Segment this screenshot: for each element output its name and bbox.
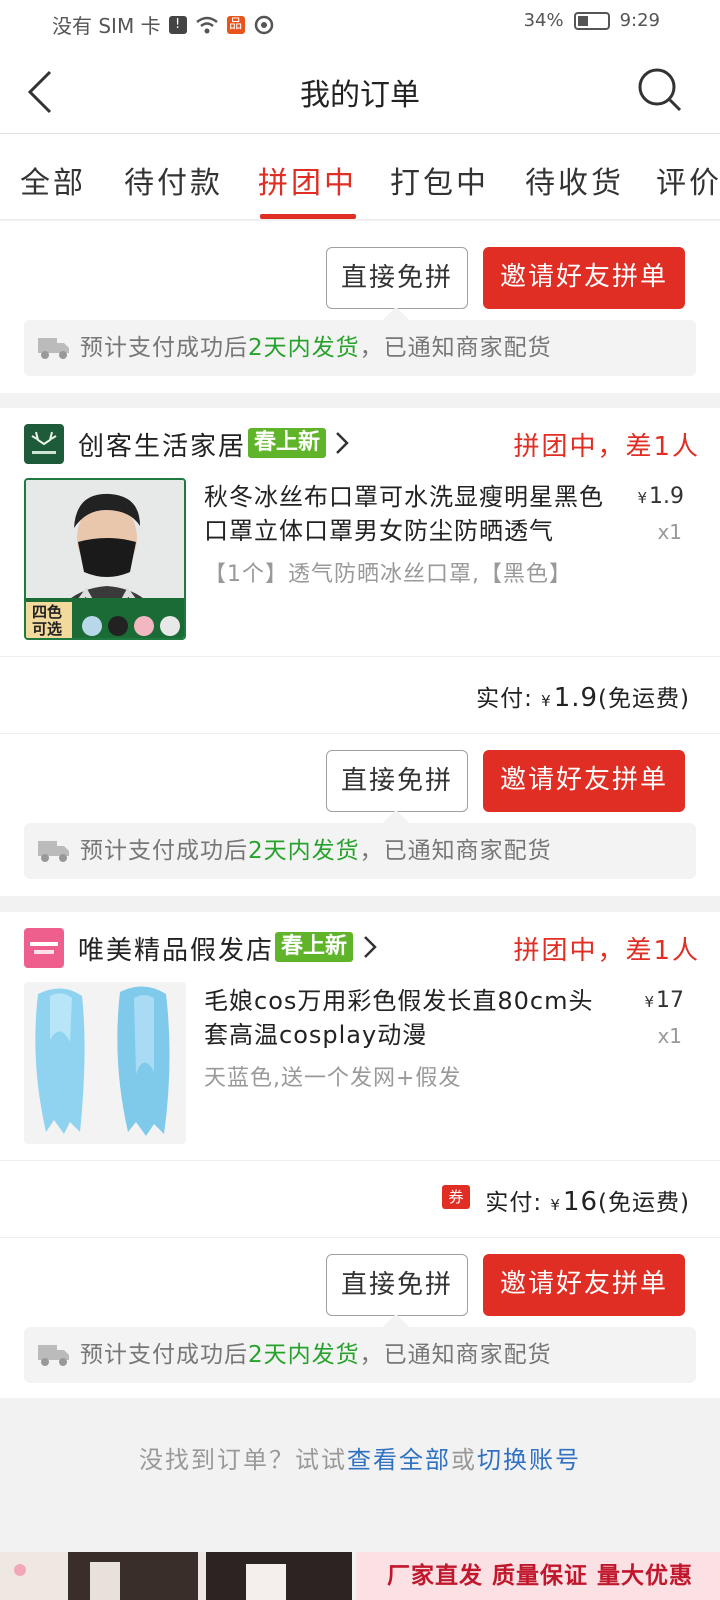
notice-prefix: 预计支付成功后 (80, 1342, 248, 1368)
truck-icon (38, 841, 69, 862)
chevron-right-icon (336, 432, 349, 454)
product-price-value: 1.9 (649, 484, 684, 509)
order-not-found-hint: 没找到订单？试试查看全部或切换账号 (0, 1440, 720, 1475)
notice-prefix: 预计支付成功后 (80, 838, 248, 864)
tab-group-buying[interactable]: 拼团中 (258, 158, 357, 202)
product-spec: 【1个】透气防晒冰丝口罩,【黑色】 (204, 562, 572, 587)
tab-packing[interactable]: 打包中 (390, 158, 489, 202)
product-spec: 天蓝色,送一个发网+假发 (204, 1066, 462, 1091)
order-card[interactable]: 创客生活家居 春上新 拼团中，差1人 四色可选 秋冬冰丝布口罩可水洗显瘦明星黑色… (0, 408, 720, 896)
invite-friend-button[interactable]: 邀请好友拼单 (483, 750, 685, 812)
recommendation-image[interactable] (0, 1552, 352, 1600)
notice-suffix: ，已通知商家配货 (359, 1342, 552, 1368)
direct-free-button[interactable]: 直接免拼 (326, 247, 468, 309)
carrier-text: 没有 SIM 卡 (52, 14, 161, 38)
app-header: 我的订单 (0, 48, 720, 134)
shop-header[interactable]: 唯美精品假发店 春上新 拼团中，差1人 (0, 912, 720, 982)
shipping-note: (免运费) (598, 686, 690, 712)
notice-highlight: 2天内发货 (248, 838, 360, 864)
shop-header[interactable]: 创客生活家居 春上新 拼团中，差1人 (0, 408, 720, 478)
battery-icon (573, 11, 610, 30)
group-status: 拼团中，差1人 (513, 936, 700, 966)
shop-logo (24, 424, 64, 464)
notice-prefix: 预计支付成功后 (80, 335, 248, 361)
product-title[interactable]: 秋冬冰丝布口罩可水洗显瘦明星黑色口罩立体口罩男女防尘防晒透气 (204, 480, 618, 548)
truck-icon (38, 338, 69, 359)
sim-alert-icon: ! (168, 15, 187, 34)
product-thumbnail[interactable] (24, 982, 186, 1144)
truck-icon (38, 1345, 69, 1366)
thumbnail-tag: 四色可选 (31, 603, 62, 638)
paid-label: 实付: (476, 686, 533, 712)
tab-to-receive[interactable]: 待收货 (525, 158, 624, 202)
page-title: 我的订单 (300, 78, 420, 113)
product-quantity: x1 (657, 1024, 682, 1048)
direct-free-button[interactable]: 直接免拼 (326, 1254, 468, 1316)
battery-percent: 34% (523, 10, 564, 31)
location-icon (254, 15, 273, 34)
paid-value: 16 (562, 1187, 599, 1217)
wifi-icon (195, 16, 218, 33)
hint-prefix: 没找到订单？试试 (139, 1446, 347, 1474)
notice-highlight: 2天内发货 (248, 335, 360, 361)
product-price: ¥1.9 (637, 484, 684, 509)
tab-review[interactable]: 评价 (656, 158, 720, 202)
shipping-note: (免运费) (598, 1190, 690, 1216)
recommendation-strip: 厂家直发 质量保证 量大优惠 (0, 1552, 720, 1600)
search-icon[interactable] (636, 66, 684, 114)
order-card-previous: 直接免拼 邀请好友拼单 预计支付成功后2天内发货，已通知商家配货 (0, 221, 720, 393)
product-thumbnail[interactable]: 四色可选 (24, 478, 186, 640)
shop-badge: 春上新 (275, 932, 354, 962)
notice-highlight: 2天内发货 (248, 1342, 360, 1368)
paid-amount: 实付: ¥1.9(免运费) (476, 683, 690, 713)
shop-name: 唯美精品假发店 (78, 936, 275, 966)
chevron-right-icon (364, 936, 377, 958)
switch-account-link[interactable]: 切换账号 (477, 1446, 581, 1474)
paid-amount: 实付: ¥16(免运费) (485, 1187, 690, 1217)
invite-friend-button[interactable]: 邀请好友拼单 (483, 247, 685, 309)
product-title[interactable]: 毛娘cos万用彩色假发长直80cm头套高温cosplay动漫 (204, 984, 618, 1052)
hint-or: 或 (451, 1446, 477, 1474)
shipping-notice: 预计支付成功后2天内发货，已通知商家配货 (24, 1327, 696, 1383)
payment-summary: 实付: ¥1.9(免运费) (0, 656, 720, 734)
product-price: ¥17 (644, 988, 684, 1013)
shipping-notice: 预计支付成功后2天内发货，已通知商家配货 (24, 823, 696, 879)
notice-suffix: ，已通知商家配货 (359, 335, 552, 361)
notice-suffix: ，已通知商家配货 (359, 838, 552, 864)
app-notification-icon: 品 (226, 15, 245, 34)
product-price-value: 17 (656, 988, 684, 1013)
clock-time: 9:29 (619, 10, 660, 31)
paid-label: 实付: (485, 1190, 543, 1216)
payment-summary: 券 实付: ¥16(免运费) (0, 1160, 720, 1238)
product-quantity: x1 (657, 520, 682, 544)
promo-text: 厂家直发 质量保证 量大优惠 (386, 1563, 693, 1589)
order-card[interactable]: 唯美精品假发店 春上新 拼团中，差1人 毛娘cos万用彩色假发长直80cm头套高… (0, 912, 720, 1398)
active-tab-indicator (260, 214, 356, 219)
paid-value: 1.9 (553, 683, 599, 713)
order-tabs: 全部 待付款 拼团中 打包中 待收货 评价 (0, 134, 720, 220)
status-bar: 没有 SIM 卡 ! 品 34% 9:29 (0, 0, 720, 48)
view-all-link[interactable]: 查看全部 (347, 1446, 451, 1474)
group-status: 拼团中，差1人 (513, 432, 700, 462)
tab-all[interactable]: 全部 (20, 158, 86, 202)
direct-free-button[interactable]: 直接免拼 (326, 750, 468, 812)
tab-pending-payment[interactable]: 待付款 (124, 158, 223, 202)
shop-logo (24, 928, 64, 968)
shipping-notice: 预计支付成功后2天内发货，已通知商家配货 (24, 320, 696, 376)
shop-badge: 春上新 (248, 428, 327, 458)
invite-friend-button[interactable]: 邀请好友拼单 (483, 1254, 685, 1316)
shop-name: 创客生活家居 (78, 432, 247, 462)
coupon-badge: 券 (442, 1185, 470, 1209)
